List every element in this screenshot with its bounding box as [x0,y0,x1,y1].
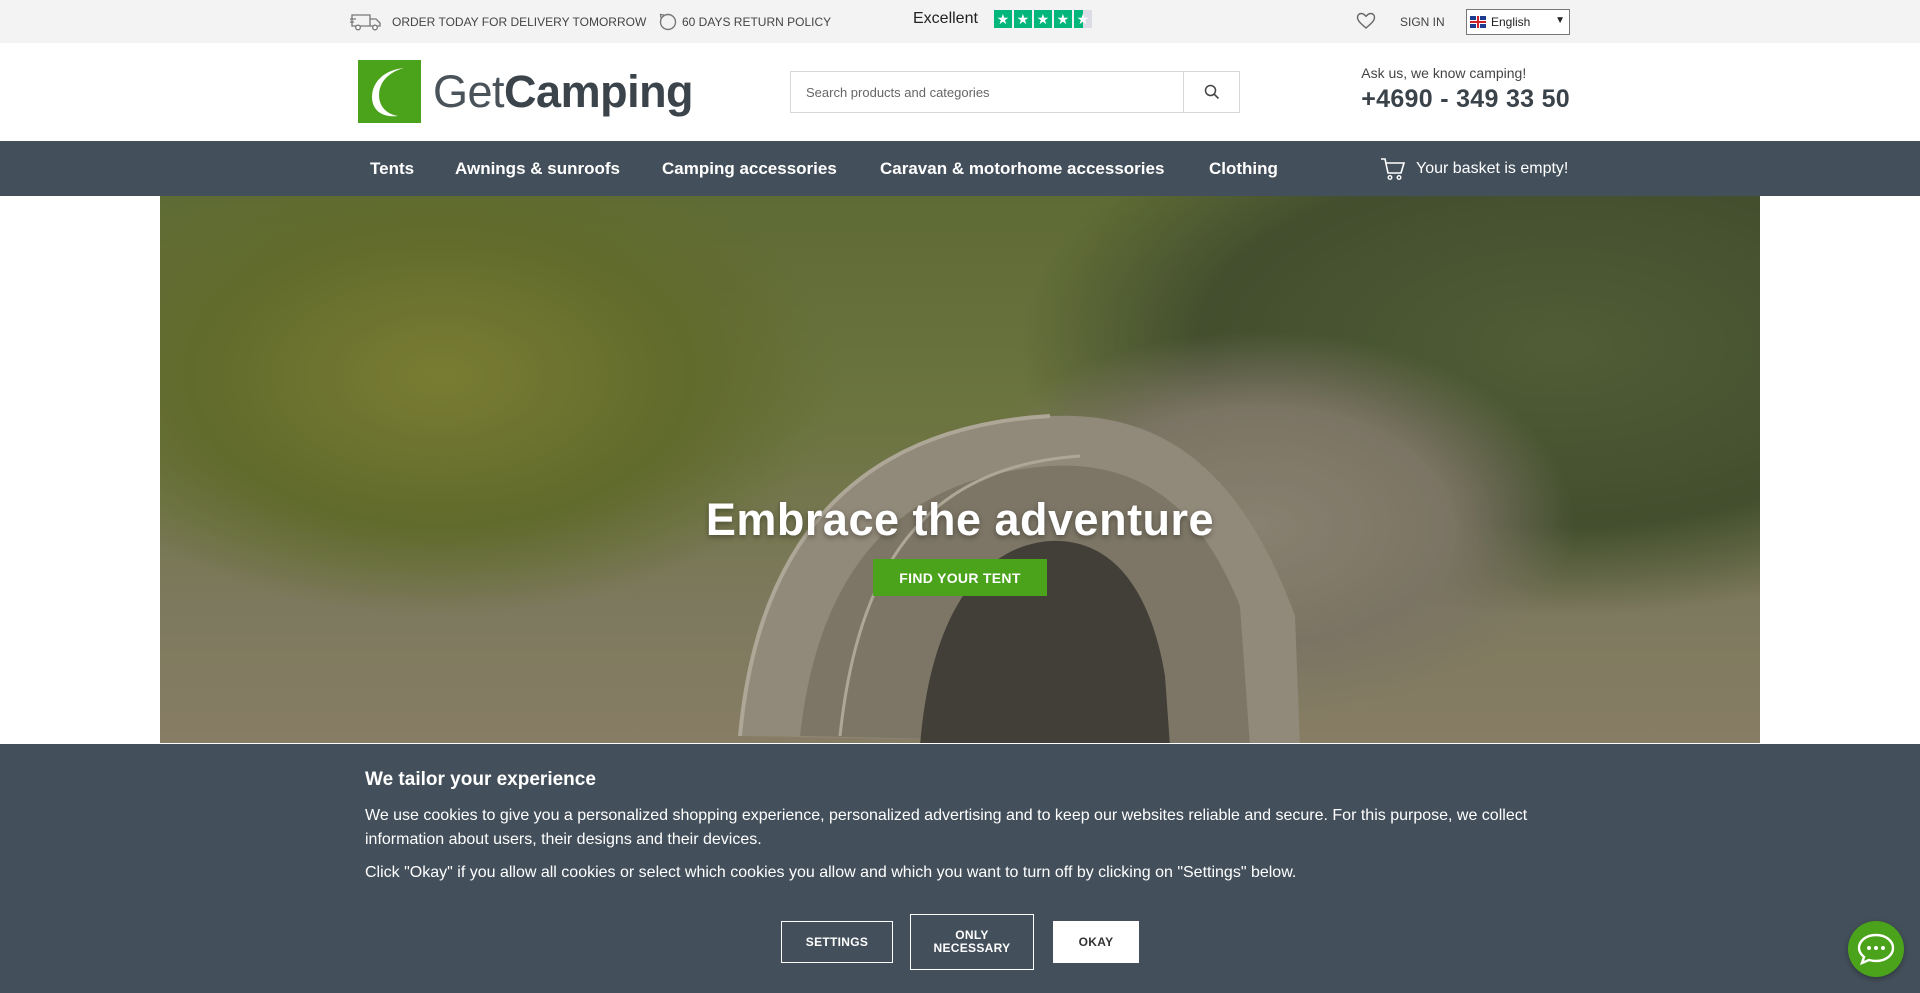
find-your-tent-button[interactable]: FIND YOUR TENT [873,559,1047,596]
basket-link[interactable]: Your basket is empty! [1380,141,1568,196]
nav-item-awnings[interactable]: Awnings & sunroofs [455,141,620,196]
search-icon [1204,84,1219,100]
return-text: 60 DAYS RETURN POLICY [682,14,832,29]
hero-title: Embrace the adventure [705,494,1215,545]
return-policy: 60 DAYS RETURN POLICY [658,0,831,43]
star-icon: ★ [993,10,1012,28]
nav-item-tents[interactable]: Tents [370,141,414,196]
heart-icon [1356,12,1376,29]
chevron-down-icon: ▼ [1555,15,1565,26]
star-icon: ★ [1033,10,1052,28]
top-bar: ORDER TODAY FOR DELIVERY TOMORROW 60 DAY… [0,0,1920,43]
cookie-okay-button[interactable]: OKAY [1053,921,1139,963]
nav-item-caravan-accessories[interactable]: Caravan & motorhome accessories [880,141,1164,196]
cookie-settings-button[interactable]: SETTINGS [781,921,893,963]
star-half-icon: ★ [1073,10,1092,28]
site-header: GetCamping Ask us, we know camping! +469… [0,43,1920,141]
contact-phone[interactable]: +4690 - 349 33 50 [1361,85,1570,114]
truck-icon [350,13,381,30]
nav-item-camping-accessories[interactable]: Camping accessories [662,141,837,196]
search-input[interactable] [791,72,1183,112]
star-icon: ★ [1013,10,1032,28]
trust-stars: ★ ★ ★ ★ ★ [993,10,1094,28]
wishlist-button[interactable] [1356,12,1376,35]
main-nav: Tents Awnings & sunroofs Camping accesso… [0,141,1920,196]
chat-bubble-icon [1857,933,1895,966]
hero-banner: Embrace the adventure FIND YOUR TENT [160,196,1760,743]
uk-flag-icon [1470,16,1486,28]
sign-in-link[interactable]: SIGN IN [1400,0,1445,43]
search-bar [790,71,1240,113]
return-clock-icon [659,13,677,30]
logo-wordmark: GetCamping [433,65,694,117]
cookie-instructions: Click "Okay" if you allow all cookies or… [365,864,1297,881]
delivery-info: ORDER TODAY FOR DELIVERY TOMORROW [350,0,646,43]
search-button[interactable] [1183,72,1239,112]
trustpilot-widget[interactable]: Excellent ★ ★ ★ ★ ★ [913,10,1094,28]
language-value: English [1491,15,1531,29]
cookie-title: We tailor your experience [365,769,596,790]
trust-label: Excellent [913,10,978,27]
contact-info: Ask us, we know camping! +4690 - 349 33 … [1361,65,1570,114]
cart-icon [1381,157,1406,180]
cookie-only-necessary-button[interactable]: ONLY NECESSARY [910,914,1034,970]
cookie-description: We use cookies to give you a personalize… [365,807,1528,848]
cookie-banner: We tailor your experience We use cookies… [0,744,1920,993]
chat-button[interactable] [1848,921,1904,977]
star-icon: ★ [1053,10,1072,28]
delivery-text: ORDER TODAY FOR DELIVERY TOMORROW [392,14,647,29]
contact-tagline: Ask us, we know camping! [1361,65,1527,81]
logo-mark-icon [358,60,421,123]
logo[interactable]: GetCamping [358,60,694,123]
basket-text: Your basket is empty! [1416,159,1569,177]
language-select[interactable]: English ▼ [1466,9,1570,35]
nav-item-clothing[interactable]: Clothing [1209,141,1278,196]
